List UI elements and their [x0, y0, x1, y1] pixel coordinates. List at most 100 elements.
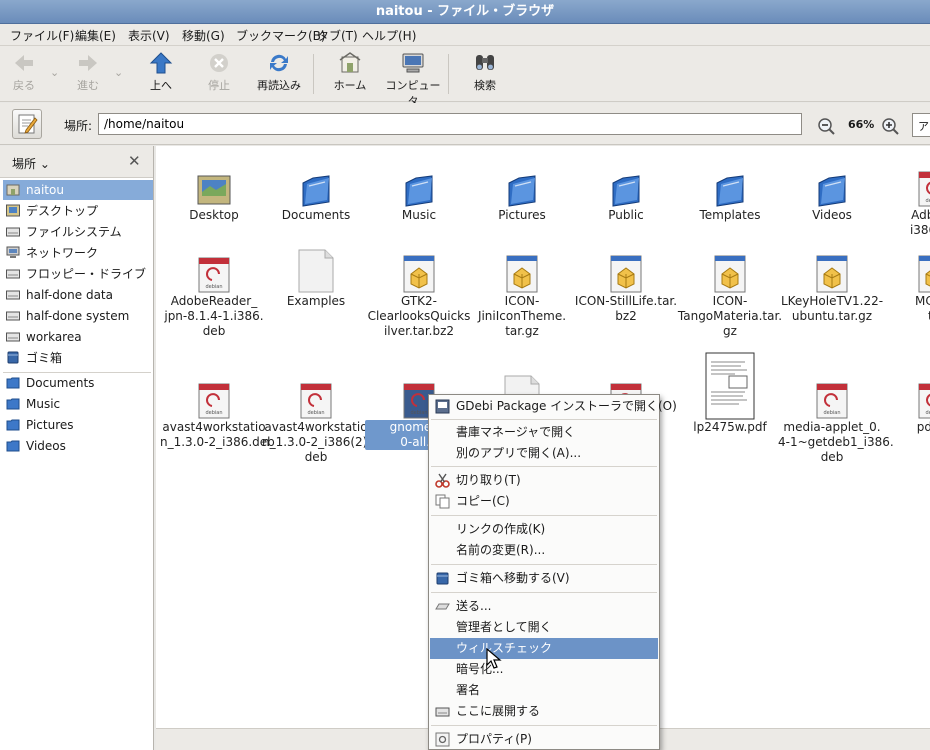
- file-item[interactable]: Examples: [262, 236, 370, 309]
- menu-tabs[interactable]: タブ(T): [317, 27, 358, 44]
- forward-button[interactable]: 進む: [60, 52, 116, 93]
- file-item[interactable]: Desktop: [160, 150, 268, 223]
- file-name: Pictures: [498, 208, 546, 222]
- up-label: 上へ: [150, 79, 172, 92]
- file-item[interactable]: ICON-StillLife.tar. bz2: [572, 236, 680, 324]
- sidebar-item-floppy[interactable]: フロッピー・ドライブ: [3, 264, 153, 284]
- file-item[interactable]: debian avast4workstatio n_1.3.0-2_i386(2)…: [262, 362, 371, 465]
- file-item[interactable]: debian avast4workstatio n_1.3.0-2_i386.de…: [160, 362, 275, 450]
- sidebar-item-naitou[interactable]: naitou: [3, 180, 153, 200]
- toggle-location-entry-button[interactable]: [12, 109, 42, 139]
- sidebar-item-videos[interactable]: Videos: [3, 436, 153, 456]
- sidebar-item-workarea[interactable]: workarea: [3, 327, 153, 347]
- file-name: media-applet_0. 4-1~getdeb1_i386. deb: [778, 420, 894, 464]
- ctx-open-archive-manager[interactable]: 書庫マネージャで開く: [430, 422, 658, 443]
- binoculars-icon: [476, 55, 494, 70]
- ctx-move-to-trash[interactable]: ゴミ箱へ移動する(V): [430, 568, 658, 589]
- ctx-open-with[interactable]: 別のアプリで開く(A)...: [430, 443, 658, 464]
- home-button[interactable]: ホーム: [322, 52, 378, 93]
- forward-history-chevron-icon[interactable]: ⌄: [114, 66, 123, 79]
- deb-package-icon: debian: [300, 383, 332, 419]
- file-item[interactable]: Templates: [676, 150, 784, 223]
- ctx-send-to[interactable]: 送る...: [430, 596, 658, 617]
- sidebar-item-desktop[interactable]: デスクトップ: [3, 201, 153, 221]
- close-icon[interactable]: ✕: [128, 152, 141, 170]
- desktop-icon: [6, 204, 20, 217]
- sidebar-item-pictures[interactable]: Pictures: [3, 415, 153, 435]
- file-item[interactable]: lp2475w.pdf: [676, 326, 784, 435]
- ctx-copy[interactable]: コピー(C): [430, 491, 658, 512]
- zoom-in-icon[interactable]: [881, 117, 899, 135]
- svg-text:debian: debian: [410, 410, 427, 416]
- file-item[interactable]: LKeyHoleTV1.22- ubuntu.tar.gz: [778, 236, 886, 324]
- archive-icon: [506, 255, 538, 293]
- reload-button[interactable]: 再読込み: [251, 52, 307, 93]
- menu-edit[interactable]: 編集(E): [75, 27, 116, 44]
- menu-bookmarks[interactable]: ブックマーク(B): [236, 27, 326, 44]
- menu-view[interactable]: 表示(V): [128, 27, 170, 44]
- file-item[interactable]: GTK2- ClearlooksQuicks ilver.tar.bz2: [365, 236, 473, 339]
- computer-button[interactable]: コンピュータ: [382, 52, 444, 109]
- package-icon: [435, 399, 450, 414]
- view-mode-select[interactable]: アイコン表示: [912, 113, 930, 137]
- deb-package-icon: debian: [918, 383, 930, 419]
- file-item[interactable]: Public: [572, 150, 680, 223]
- folder-icon: [302, 175, 330, 207]
- file-item[interactable]: debian AdbeRe i386linu: [880, 150, 930, 238]
- menu-file[interactable]: ファイル(F): [10, 27, 74, 44]
- ctx-encrypt[interactable]: 暗号化...: [430, 659, 658, 680]
- sidebar-item-half-done-system[interactable]: half-done system: [3, 306, 153, 326]
- file-name: ICON- JiniIconTheme. tar.gz: [477, 294, 567, 338]
- file-item[interactable]: Music: [365, 150, 473, 223]
- file-item[interactable]: debian pdfim: [880, 362, 930, 435]
- file-item[interactable]: ICON- TangoMateria.tar. gz: [676, 236, 784, 339]
- ctx-make-link[interactable]: リンクの作成(K): [430, 519, 658, 540]
- ctx-open-gdebi[interactable]: GDebi Package インストーラで開く(O): [430, 396, 677, 417]
- file-item[interactable]: ICON- JiniIconTheme. tar.gz: [468, 236, 576, 339]
- drive-icon: [6, 227, 20, 237]
- toolbar: 戻る ⌄ 進む ⌄ 上へ 停止 再読込み ホーム コンピュータ 検索: [0, 46, 930, 108]
- location-input[interactable]: [98, 113, 802, 135]
- sidebar-item-network[interactable]: ネットワーク: [3, 243, 153, 263]
- back-history-chevron-icon[interactable]: ⌄: [50, 66, 59, 79]
- file-item[interactable]: Videos: [778, 150, 886, 223]
- ctx-virus-check[interactable]: ウィルスチェック: [430, 638, 658, 659]
- file-item[interactable]: Documents: [262, 150, 370, 223]
- up-button[interactable]: 上へ: [133, 52, 189, 93]
- zoom-out-icon[interactable]: [817, 117, 835, 135]
- ctx-rename[interactable]: 名前の変更(R)...: [430, 540, 658, 561]
- sidebar-item-documents[interactable]: Documents: [3, 373, 153, 393]
- file-name: pdfim: [916, 420, 930, 434]
- back-button[interactable]: 戻る: [0, 52, 52, 93]
- ctx-cut[interactable]: 切り取り(T): [430, 470, 658, 491]
- ctx-extract-here[interactable]: ここに展開する: [430, 701, 658, 722]
- file-item[interactable]: Pictures: [468, 150, 576, 223]
- sidebar-item-half-done-data[interactable]: half-done data: [3, 285, 153, 305]
- menu-go[interactable]: 移動(G): [182, 27, 225, 44]
- up-arrow-icon: [149, 52, 173, 74]
- svg-text:debian: debian: [925, 410, 930, 416]
- stop-button[interactable]: 停止: [191, 52, 247, 93]
- ctx-properties[interactable]: プロパティ(P): [430, 729, 658, 750]
- folder-icon: [6, 398, 20, 410]
- ctx-separator: [431, 466, 657, 467]
- file-item[interactable]: debian AdobeReader_ jpn-8.1.4-1.i386. deb: [160, 236, 268, 339]
- file-item[interactable]: debian media-applet_0. 4-1~getdeb1_i386. …: [778, 362, 894, 465]
- file-icon: [298, 249, 334, 293]
- sidebar-item-filesystem[interactable]: ファイルシステム: [3, 222, 153, 242]
- sidebar-type-select[interactable]: 場所 ⌄: [12, 155, 50, 172]
- sidebar-item-trash[interactable]: ゴミ箱: [3, 348, 153, 368]
- location-label: 場所:: [64, 119, 93, 133]
- menu-help[interactable]: ヘルプ(H): [362, 27, 416, 44]
- file-name: Documents: [281, 208, 351, 222]
- ctx-sign[interactable]: 署名: [430, 680, 658, 701]
- back-label: 戻る: [13, 79, 35, 92]
- ctx-open-as-admin[interactable]: 管理者として開く: [430, 617, 658, 638]
- file-item[interactable]: MCity- ta: [880, 236, 930, 324]
- svg-text:debian: debian: [823, 410, 840, 416]
- file-name: Public: [608, 208, 644, 222]
- search-button[interactable]: 検索: [457, 52, 513, 93]
- file-name: avast4workstatio n_1.3.0-2_i386.deb: [160, 420, 275, 449]
- sidebar-item-music[interactable]: Music: [3, 394, 153, 414]
- toolbar-separator: [448, 54, 449, 94]
